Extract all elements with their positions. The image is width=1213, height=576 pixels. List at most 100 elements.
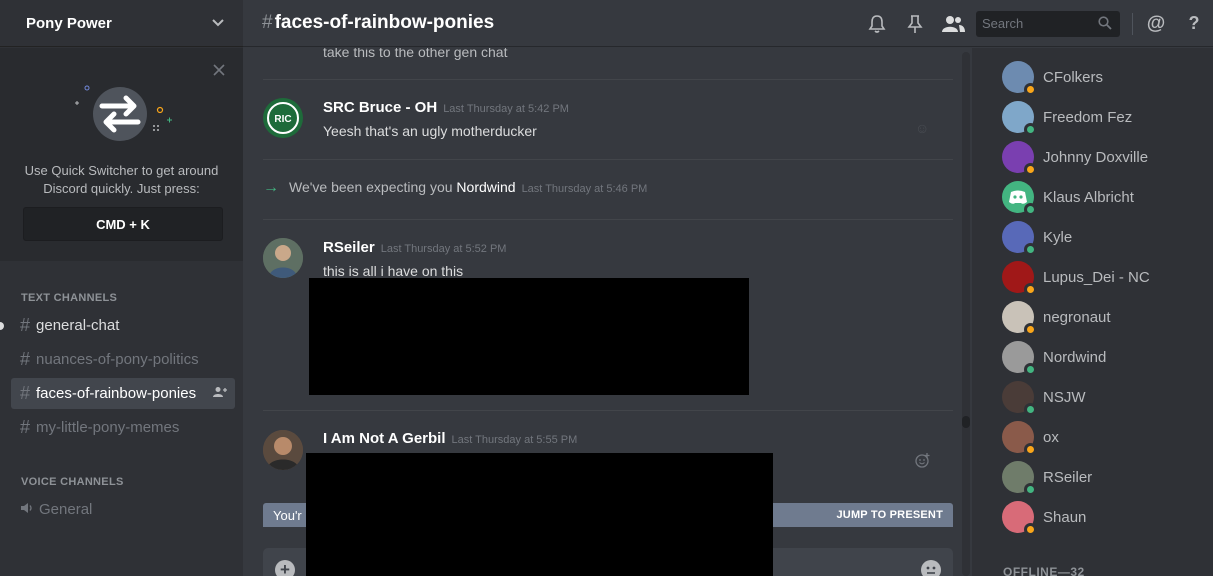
join-arrow-icon: →	[263, 179, 279, 196]
message-timestamp: Last Thursday at 5:46 PM	[521, 183, 648, 195]
message-divider	[263, 410, 953, 411]
member-item[interactable]: Shaun	[1002, 499, 1202, 536]
help-icon[interactable]: ?	[1175, 13, 1213, 34]
channel-faces-of-rainbow-ponies[interactable]: # faces-of-rainbow-ponies	[11, 378, 235, 409]
member-name: Nordwind	[1043, 348, 1107, 366]
member-avatar	[1002, 261, 1037, 296]
header-divider	[1132, 12, 1133, 35]
member-avatar	[1002, 421, 1037, 456]
author-name[interactable]: RSeiler	[323, 239, 375, 256]
member-item[interactable]: CFolkers	[1002, 59, 1202, 96]
channel-my-little-pony-memes[interactable]: # my-little-pony-memes	[11, 412, 235, 443]
channel-general-chat[interactable]: # general-chat	[11, 310, 235, 341]
joined-user[interactable]: Nordwind	[456, 179, 515, 195]
avatar[interactable]	[263, 430, 303, 470]
member-item[interactable]: Klaus Albricht	[1002, 179, 1202, 216]
quick-switcher-text: Use Quick Switcher to get around Discord…	[24, 163, 219, 196]
hash-icon: #	[20, 417, 31, 437]
message-timestamp: Last Thursday at 5:42 PM	[443, 103, 569, 115]
message-author[interactable]: I Am Not A Gerbil Last Thursday at 5:55 P…	[323, 430, 577, 447]
category-text-channels[interactable]: TEXT CHANNELS	[21, 292, 117, 304]
member-avatar	[1002, 341, 1037, 376]
member-item[interactable]: Lupus_Dei - NC	[1002, 259, 1202, 296]
at-icon[interactable]: @	[1137, 13, 1175, 35]
channel-nuances-of-pony-politics[interactable]: # nuances-of-pony-politics	[11, 344, 235, 375]
member-name: NSJW	[1043, 388, 1086, 406]
speaker-icon	[20, 502, 33, 517]
hash-icon: #	[20, 383, 31, 403]
pin-icon[interactable]	[896, 14, 934, 34]
member-avatar	[1002, 301, 1037, 336]
channel-label: general-chat	[36, 317, 120, 334]
server-name: Pony Power	[26, 14, 112, 32]
scroll-track[interactable]	[962, 52, 970, 576]
online-status-icon	[1024, 203, 1037, 216]
member-name: Shaun	[1043, 508, 1087, 526]
message-text-partial: take this to the other gen chat	[323, 48, 508, 60]
member-name: ox	[1043, 428, 1059, 446]
message-timestamp: Last Thursday at 5:52 PM	[380, 243, 507, 255]
message-author[interactable]: SRC Bruce - OH Last Thursday at 5:42 PM	[323, 99, 569, 116]
member-name: negronaut	[1043, 308, 1111, 326]
bell-icon[interactable]	[858, 14, 896, 34]
idle-status-icon	[1024, 83, 1037, 96]
member-item[interactable]: negronaut	[1002, 299, 1202, 336]
member-avatar	[1002, 141, 1037, 176]
member-item[interactable]: RSeiler	[1002, 459, 1202, 496]
member-item[interactable]: ox	[1002, 419, 1202, 456]
member-name: Kyle	[1043, 228, 1073, 246]
member-item[interactable]: Nordwind	[1002, 339, 1202, 376]
emoji-picker-icon[interactable]	[921, 560, 941, 576]
category-voice-channels[interactable]: VOICE CHANNELS	[21, 476, 124, 488]
close-icon[interactable]	[213, 63, 225, 81]
avatar[interactable]: RIC	[263, 98, 303, 138]
member-name: CFolkers	[1043, 68, 1104, 86]
add-user-icon[interactable]	[213, 386, 227, 401]
avatar[interactable]	[263, 238, 303, 278]
message-divider	[263, 79, 953, 80]
chevron-down-icon[interactable]	[211, 15, 225, 32]
message-timestamp: Last Thursday at 5:55 PM	[451, 434, 578, 446]
member-name: RSeiler	[1043, 468, 1093, 486]
message-scrollbar[interactable]	[960, 52, 972, 576]
jump-to-present-button[interactable]: JUMP TO PRESENT	[836, 509, 943, 521]
idle-status-icon	[1024, 283, 1037, 296]
member-name: Klaus Albricht	[1043, 188, 1134, 206]
channel-label: nuances-of-pony-politics	[36, 351, 199, 368]
message-author[interactable]: RSeiler Last Thursday at 5:52 PM	[323, 239, 506, 256]
scroll-thumb[interactable]	[962, 416, 970, 428]
channel-label: faces-of-rainbow-ponies	[36, 385, 197, 402]
member-item[interactable]: Johnny Doxville	[1002, 139, 1202, 176]
chat-header: # faces-of-rainbow-ponies Search @ ?	[243, 0, 1213, 47]
voice-channel-general[interactable]: General	[11, 494, 235, 525]
server-header[interactable]: Pony Power	[0, 0, 243, 47]
search-icon[interactable]	[1098, 15, 1112, 33]
author-name[interactable]: SRC Bruce - OH	[323, 99, 437, 116]
unread-indicator	[0, 322, 4, 330]
message-text: Yeesh that's an ugly motherducker	[323, 123, 537, 139]
search-input[interactable]: Search	[976, 10, 1120, 37]
system-message-join: → We've been expecting you Nordwind Last T…	[263, 179, 647, 197]
redacted-image	[306, 453, 773, 576]
upload-plus-icon[interactable]: +	[275, 560, 295, 576]
members-icon[interactable]	[934, 15, 972, 33]
member-name: Lupus_Dei - NC	[1043, 268, 1150, 286]
idle-status-icon	[1024, 443, 1037, 456]
online-status-icon	[1024, 363, 1037, 376]
member-name: Johnny Doxville	[1043, 148, 1149, 166]
member-avatar	[1002, 61, 1037, 96]
idle-status-icon	[1024, 323, 1037, 336]
add-reaction-icon[interactable]	[915, 452, 931, 471]
message-divider	[263, 219, 953, 220]
quick-switcher-shortcut[interactable]: CMD + K	[23, 207, 223, 241]
member-item[interactable]: Kyle	[1002, 219, 1202, 256]
member-avatar	[1002, 181, 1037, 216]
add-reaction-icon[interactable]: ☺	[915, 120, 929, 136]
svg-text:RIC: RIC	[274, 114, 291, 125]
author-name[interactable]: I Am Not A Gerbil	[323, 430, 446, 447]
member-item[interactable]: Freedom Fez	[1002, 99, 1202, 136]
quick-switcher-panel: Use Quick Switcher to get around Discord…	[0, 48, 243, 261]
member-item[interactable]: NSJW	[1002, 379, 1202, 416]
message-group: RIC SRC Bruce - OH Last Thursday at 5:42 …	[263, 98, 953, 168]
quick-switcher-illustration-icon	[70, 80, 180, 150]
